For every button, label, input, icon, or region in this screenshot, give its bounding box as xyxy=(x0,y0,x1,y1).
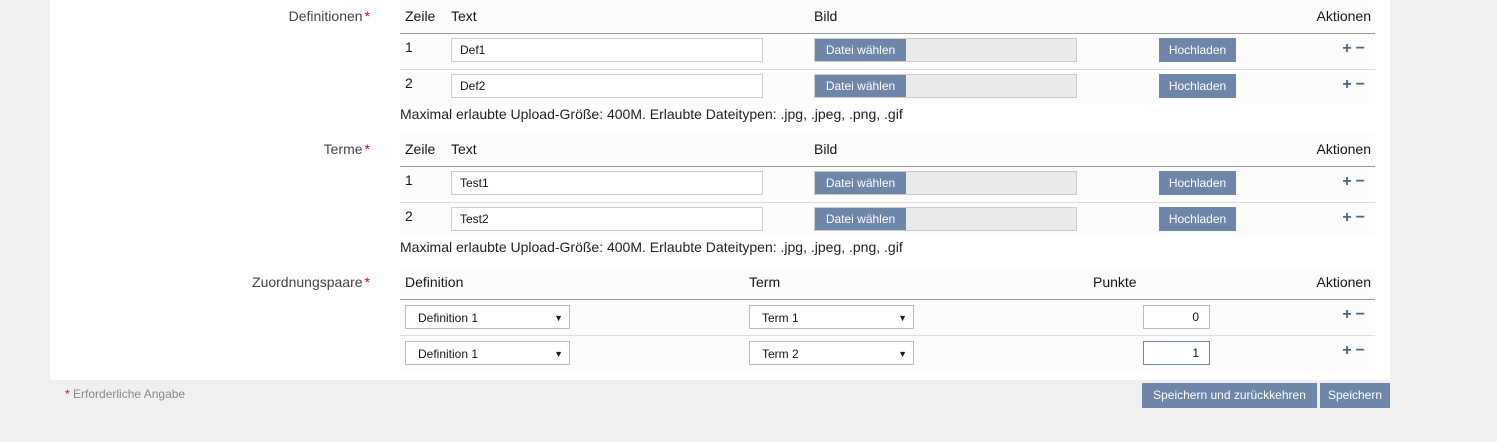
caret-down-icon: ▼ xyxy=(898,349,907,359)
header-definition: Definition xyxy=(405,274,464,290)
required-marker xyxy=(365,8,370,24)
file-chooser[interactable]: Datei wählen xyxy=(814,38,1077,62)
header-image: Bild xyxy=(814,8,838,24)
pairs-table: Definition Term Punkte Aktionen Definiti… xyxy=(400,266,1375,371)
term-select[interactable]: Term 2 ▼ xyxy=(749,341,914,365)
terms-table: Zeile Text Bild Aktionen 1 Datei wählen … xyxy=(400,133,1375,238)
header-row: Zeile xyxy=(405,8,436,24)
row-actions: +− xyxy=(1342,40,1369,58)
definitions-table: Zeile Text Bild Aktionen 1 Datei wählen … xyxy=(400,0,1375,105)
required-marker: * xyxy=(65,387,70,401)
definition-text-input[interactable] xyxy=(451,38,763,62)
required-marker xyxy=(365,274,370,290)
remove-row-icon[interactable]: − xyxy=(1356,342,1369,359)
definition-select[interactable]: Definition 1 ▼ xyxy=(405,341,570,365)
pairs-table-header: Definition Term Punkte Aktionen xyxy=(400,266,1375,300)
header-image: Bild xyxy=(814,141,838,157)
table-row: 1 Datei wählen Hochladen +− xyxy=(400,34,1375,70)
add-row-icon[interactable]: + xyxy=(1342,173,1355,190)
points-input[interactable]: 0 xyxy=(1143,305,1210,329)
choose-file-button[interactable]: Datei wählen xyxy=(815,39,906,61)
row-actions: +− xyxy=(1342,209,1369,227)
select-value: Term 1 xyxy=(762,311,799,325)
choose-file-button[interactable]: Datei wählen xyxy=(815,172,906,194)
table-row: 2 Datei wählen Hochladen +− xyxy=(400,203,1375,238)
upload-button[interactable]: Hochladen xyxy=(1159,207,1236,231)
add-row-icon[interactable]: + xyxy=(1342,209,1355,226)
terms-table-header: Zeile Text Bild Aktionen xyxy=(400,133,1375,167)
caret-down-icon: ▼ xyxy=(898,313,907,323)
row-number: 2 xyxy=(405,208,413,224)
header-actions: Aktionen xyxy=(1316,8,1371,24)
table-row: Definition 1 ▼ Term 2 ▼ 1 +− xyxy=(400,336,1375,371)
file-chooser[interactable]: Datei wählen xyxy=(814,74,1077,98)
save-and-return-button[interactable]: Speichern und zurückkehren xyxy=(1142,383,1317,408)
remove-row-icon[interactable]: − xyxy=(1356,40,1369,57)
add-row-icon[interactable]: + xyxy=(1342,40,1355,57)
section-label-text: Terme xyxy=(323,141,363,157)
choose-file-button[interactable]: Datei wählen xyxy=(815,75,906,97)
required-note: * Erforderliche Angabe xyxy=(65,387,185,401)
row-actions: +− xyxy=(1342,76,1369,94)
header-text: Text xyxy=(451,141,477,157)
header-actions: Aktionen xyxy=(1316,141,1371,157)
caret-down-icon: ▼ xyxy=(554,349,563,359)
pairs-label: Zuordnungspaare xyxy=(50,274,370,290)
header-actions: Aktionen xyxy=(1316,274,1371,290)
required-marker xyxy=(365,141,370,157)
choose-file-button[interactable]: Datei wählen xyxy=(815,208,906,230)
upload-button[interactable]: Hochladen xyxy=(1159,171,1236,195)
header-term: Term xyxy=(749,274,781,290)
row-number: 1 xyxy=(405,39,413,55)
remove-row-icon[interactable]: − xyxy=(1356,209,1369,226)
definition-select[interactable]: Definition 1 ▼ xyxy=(405,305,570,329)
upload-button[interactable]: Hochladen xyxy=(1159,38,1236,62)
row-number: 2 xyxy=(405,75,413,91)
header-row: Zeile xyxy=(405,141,436,157)
row-number: 1 xyxy=(405,172,413,188)
section-label-text: Definitionen xyxy=(288,8,363,24)
row-actions: +− xyxy=(1342,306,1369,324)
term-select[interactable]: Term 1 ▼ xyxy=(749,305,914,329)
remove-row-icon[interactable]: − xyxy=(1356,76,1369,93)
upload-button[interactable]: Hochladen xyxy=(1159,74,1236,98)
select-value: Definition 1 xyxy=(418,311,479,325)
select-value: Term 2 xyxy=(762,347,799,361)
add-row-icon[interactable]: + xyxy=(1342,306,1355,323)
table-row: 2 Datei wählen Hochladen +− xyxy=(400,70,1375,105)
header-text: Text xyxy=(451,8,477,24)
section-label-text: Zuordnungspaare xyxy=(252,274,363,290)
upload-note: Maximal erlaubte Upload-Größe: 400M. Erl… xyxy=(400,239,903,255)
definition-text-input[interactable] xyxy=(451,74,763,98)
caret-down-icon: ▼ xyxy=(554,313,563,323)
file-chooser[interactable]: Datei wählen xyxy=(814,171,1077,195)
remove-row-icon[interactable]: − xyxy=(1356,306,1369,323)
upload-note: Maximal erlaubte Upload-Größe: 400M. Erl… xyxy=(400,106,903,122)
required-note-text: Erforderliche Angabe xyxy=(73,387,186,401)
row-actions: +− xyxy=(1342,173,1369,191)
term-text-input[interactable] xyxy=(451,171,763,195)
points-input[interactable]: 1 xyxy=(1143,341,1210,365)
definitions-table-header: Zeile Text Bild Aktionen xyxy=(400,0,1375,34)
remove-row-icon[interactable]: − xyxy=(1356,173,1369,190)
definitions-label: Definitionen xyxy=(50,8,370,24)
table-row: 1 Datei wählen Hochladen +− xyxy=(400,167,1375,203)
select-value: Definition 1 xyxy=(418,347,479,361)
form-panel: Definitionen Zeile Text Bild Aktionen 1 … xyxy=(50,0,1390,380)
term-text-input[interactable] xyxy=(451,207,763,231)
terms-label: Terme xyxy=(50,141,370,157)
save-button[interactable]: Speichern xyxy=(1320,383,1390,408)
table-row: Definition 1 ▼ Term 1 ▼ 0 +− xyxy=(400,300,1375,336)
add-row-icon[interactable]: + xyxy=(1342,342,1355,359)
header-points: Punkte xyxy=(1093,274,1137,290)
row-actions: +− xyxy=(1342,342,1369,360)
file-chooser[interactable]: Datei wählen xyxy=(814,207,1077,231)
add-row-icon[interactable]: + xyxy=(1342,76,1355,93)
